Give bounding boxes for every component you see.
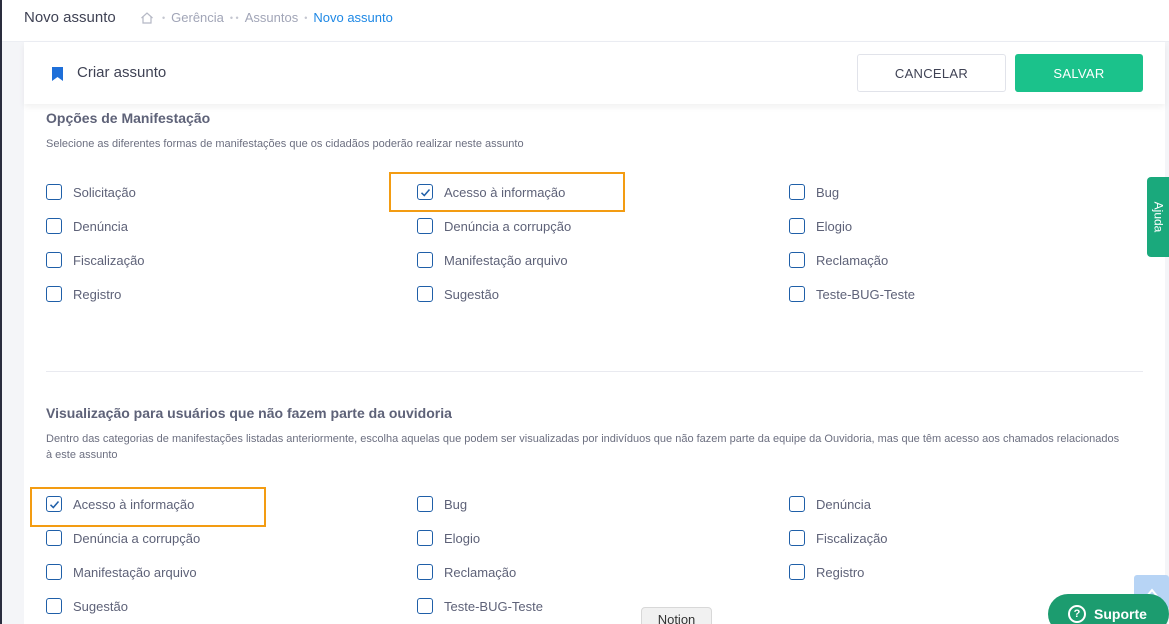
checkbox-option-manifestacao-arquivo[interactable]: Manifestação arquivo — [46, 564, 197, 580]
checkbox-option-elogio[interactable]: Elogio — [417, 530, 480, 546]
checkbox[interactable] — [417, 218, 433, 234]
help-tab[interactable]: Ajuda — [1147, 177, 1169, 257]
checkbox-label: Bug — [444, 496, 468, 512]
top-bar: Novo assunto • Gerência • • Assuntos • N… — [2, 0, 1169, 42]
checkbox-option-denuncia-a-corrupcao[interactable]: Denúncia a corrupção — [46, 530, 200, 546]
section-description-visibility: Dentro das categorias de manifestações l… — [46, 433, 1120, 461]
checkbox-label: Teste-BUG-Teste — [816, 286, 915, 302]
cancel-button[interactable]: CANCELAR — [857, 54, 1006, 92]
checkbox[interactable] — [46, 184, 62, 200]
checkbox[interactable] — [417, 496, 433, 512]
checkbox-option-acesso-a-informacao[interactable]: Acesso à informação — [417, 184, 565, 200]
checkbox-label: Fiscalização — [816, 530, 888, 546]
breadcrumb-item-assuntos[interactable]: Assuntos — [245, 10, 298, 25]
checkbox-option-manifestacao-arquivo[interactable]: Manifestação arquivo — [417, 252, 568, 268]
checkbox[interactable] — [46, 496, 62, 512]
breadcrumb-separator: • — [304, 12, 308, 23]
checkbox-label: Teste-BUG-Teste — [444, 598, 543, 614]
checkbox[interactable] — [46, 530, 62, 546]
checkbox[interactable] — [417, 530, 433, 546]
checkbox-label: Solicitação — [73, 184, 136, 200]
bookmark-icon — [51, 66, 64, 82]
checkbox-label: Denúncia — [73, 218, 128, 234]
notion-tab[interactable]: Notion — [641, 607, 712, 624]
breadcrumb-separator: • — [162, 12, 166, 23]
checkbox-option-reclamacao[interactable]: Reclamação — [789, 252, 888, 268]
checkbox-option-denuncia-a-corrupcao[interactable]: Denúncia a corrupção — [417, 218, 571, 234]
check-icon — [49, 500, 59, 509]
checkbox-label: Acesso à informação — [444, 184, 566, 200]
sidebar-edge — [0, 0, 2, 624]
section-description-manifestation-options: Selecione as diferentes formas de manife… — [46, 138, 524, 150]
checkbox[interactable] — [789, 530, 805, 546]
checkbox[interactable] — [417, 598, 433, 614]
checkbox-label: Sugestão — [444, 286, 499, 302]
checkbox[interactable] — [46, 252, 62, 268]
breadcrumb-separator: • • — [229, 12, 239, 23]
checkbox[interactable] — [46, 598, 62, 614]
checkbox-label: Reclamação — [444, 564, 517, 580]
home-icon[interactable] — [140, 11, 154, 25]
checkbox-option-bug[interactable]: Bug — [417, 496, 467, 512]
checkbox-label: Bug — [816, 184, 840, 200]
checkbox[interactable] — [789, 184, 805, 200]
checkbox[interactable] — [417, 184, 433, 200]
breadcrumb: • Gerência • • Assuntos • Novo assunto — [140, 10, 399, 25]
checkbox-label: Denúncia a corrupção — [73, 530, 201, 546]
checkbox-label: Manifestação arquivo — [73, 564, 197, 580]
support-label: Suporte — [1094, 606, 1147, 622]
breadcrumb-item-novo-assunto: Novo assunto — [313, 10, 393, 25]
card-header: Criar assunto CANCELAR SALVAR — [24, 42, 1165, 104]
card-title: Criar assunto — [77, 64, 167, 81]
save-button[interactable]: SALVAR — [1015, 54, 1143, 92]
question-icon: ? — [1068, 605, 1086, 623]
checkbox[interactable] — [46, 564, 62, 580]
checkbox[interactable] — [789, 286, 805, 302]
checkbox-label: Denúncia a corrupção — [444, 218, 572, 234]
section-title-manifestation-options: Opções de Manifestação — [46, 110, 211, 126]
help-tab-label: Ajuda — [1151, 201, 1166, 233]
checkbox-label: Acesso à informação — [73, 496, 195, 512]
checkbox-option-denuncia[interactable]: Denúncia — [789, 496, 871, 512]
form-card: Criar assunto CANCELAR SALVAR Opções de … — [24, 42, 1165, 624]
checkbox-option-sugestao[interactable]: Sugestão — [417, 286, 499, 302]
checkbox-option-acesso-a-informacao[interactable]: Acesso à informação — [46, 496, 194, 512]
checkbox[interactable] — [46, 286, 62, 302]
checkbox-label: Registro — [816, 564, 865, 580]
breadcrumb-item-gerencia[interactable]: Gerência — [171, 10, 224, 25]
checkbox-option-teste-bug-teste[interactable]: Teste-BUG-Teste — [417, 598, 543, 614]
checkbox-label: Denúncia — [816, 496, 871, 512]
checkbox-option-fiscalizacao[interactable]: Fiscalização — [789, 530, 888, 546]
checkbox-label: Registro — [73, 286, 122, 302]
checkbox-option-denuncia[interactable]: Denúncia — [46, 218, 128, 234]
checkbox-option-sugestao[interactable]: Sugestão — [46, 598, 128, 614]
checkbox[interactable] — [789, 252, 805, 268]
checkbox[interactable] — [417, 286, 433, 302]
checkbox[interactable] — [46, 218, 62, 234]
checkbox[interactable] — [789, 496, 805, 512]
checkbox-option-bug[interactable]: Bug — [789, 184, 839, 200]
checkbox-option-elogio[interactable]: Elogio — [789, 218, 852, 234]
checkbox-label: Reclamação — [816, 252, 889, 268]
checkbox-label: Elogio — [816, 218, 853, 234]
checkbox-option-fiscalizacao[interactable]: Fiscalização — [46, 252, 145, 268]
checkbox-option-solicitacao[interactable]: Solicitação — [46, 184, 136, 200]
checkbox-label: Sugestão — [73, 598, 128, 614]
checkbox-option-registro[interactable]: Registro — [789, 564, 864, 580]
checkbox-label: Elogio — [444, 530, 481, 546]
checkbox-option-registro[interactable]: Registro — [46, 286, 121, 302]
section-divider — [46, 371, 1143, 372]
section-title-visibility: Visualização para usuários que não fazem… — [46, 405, 452, 421]
checkbox-option-reclamacao[interactable]: Reclamação — [417, 564, 516, 580]
page-title: Novo assunto — [24, 9, 116, 26]
checkbox[interactable] — [417, 564, 433, 580]
check-icon — [420, 188, 430, 197]
checkbox-option-teste-bug-teste[interactable]: Teste-BUG-Teste — [789, 286, 915, 302]
checkbox[interactable] — [789, 218, 805, 234]
checkbox[interactable] — [417, 252, 433, 268]
checkbox[interactable] — [789, 564, 805, 580]
checkbox-label: Manifestação arquivo — [444, 252, 568, 268]
checkbox-label: Fiscalização — [73, 252, 145, 268]
support-button[interactable]: ? Suporte — [1048, 594, 1169, 624]
